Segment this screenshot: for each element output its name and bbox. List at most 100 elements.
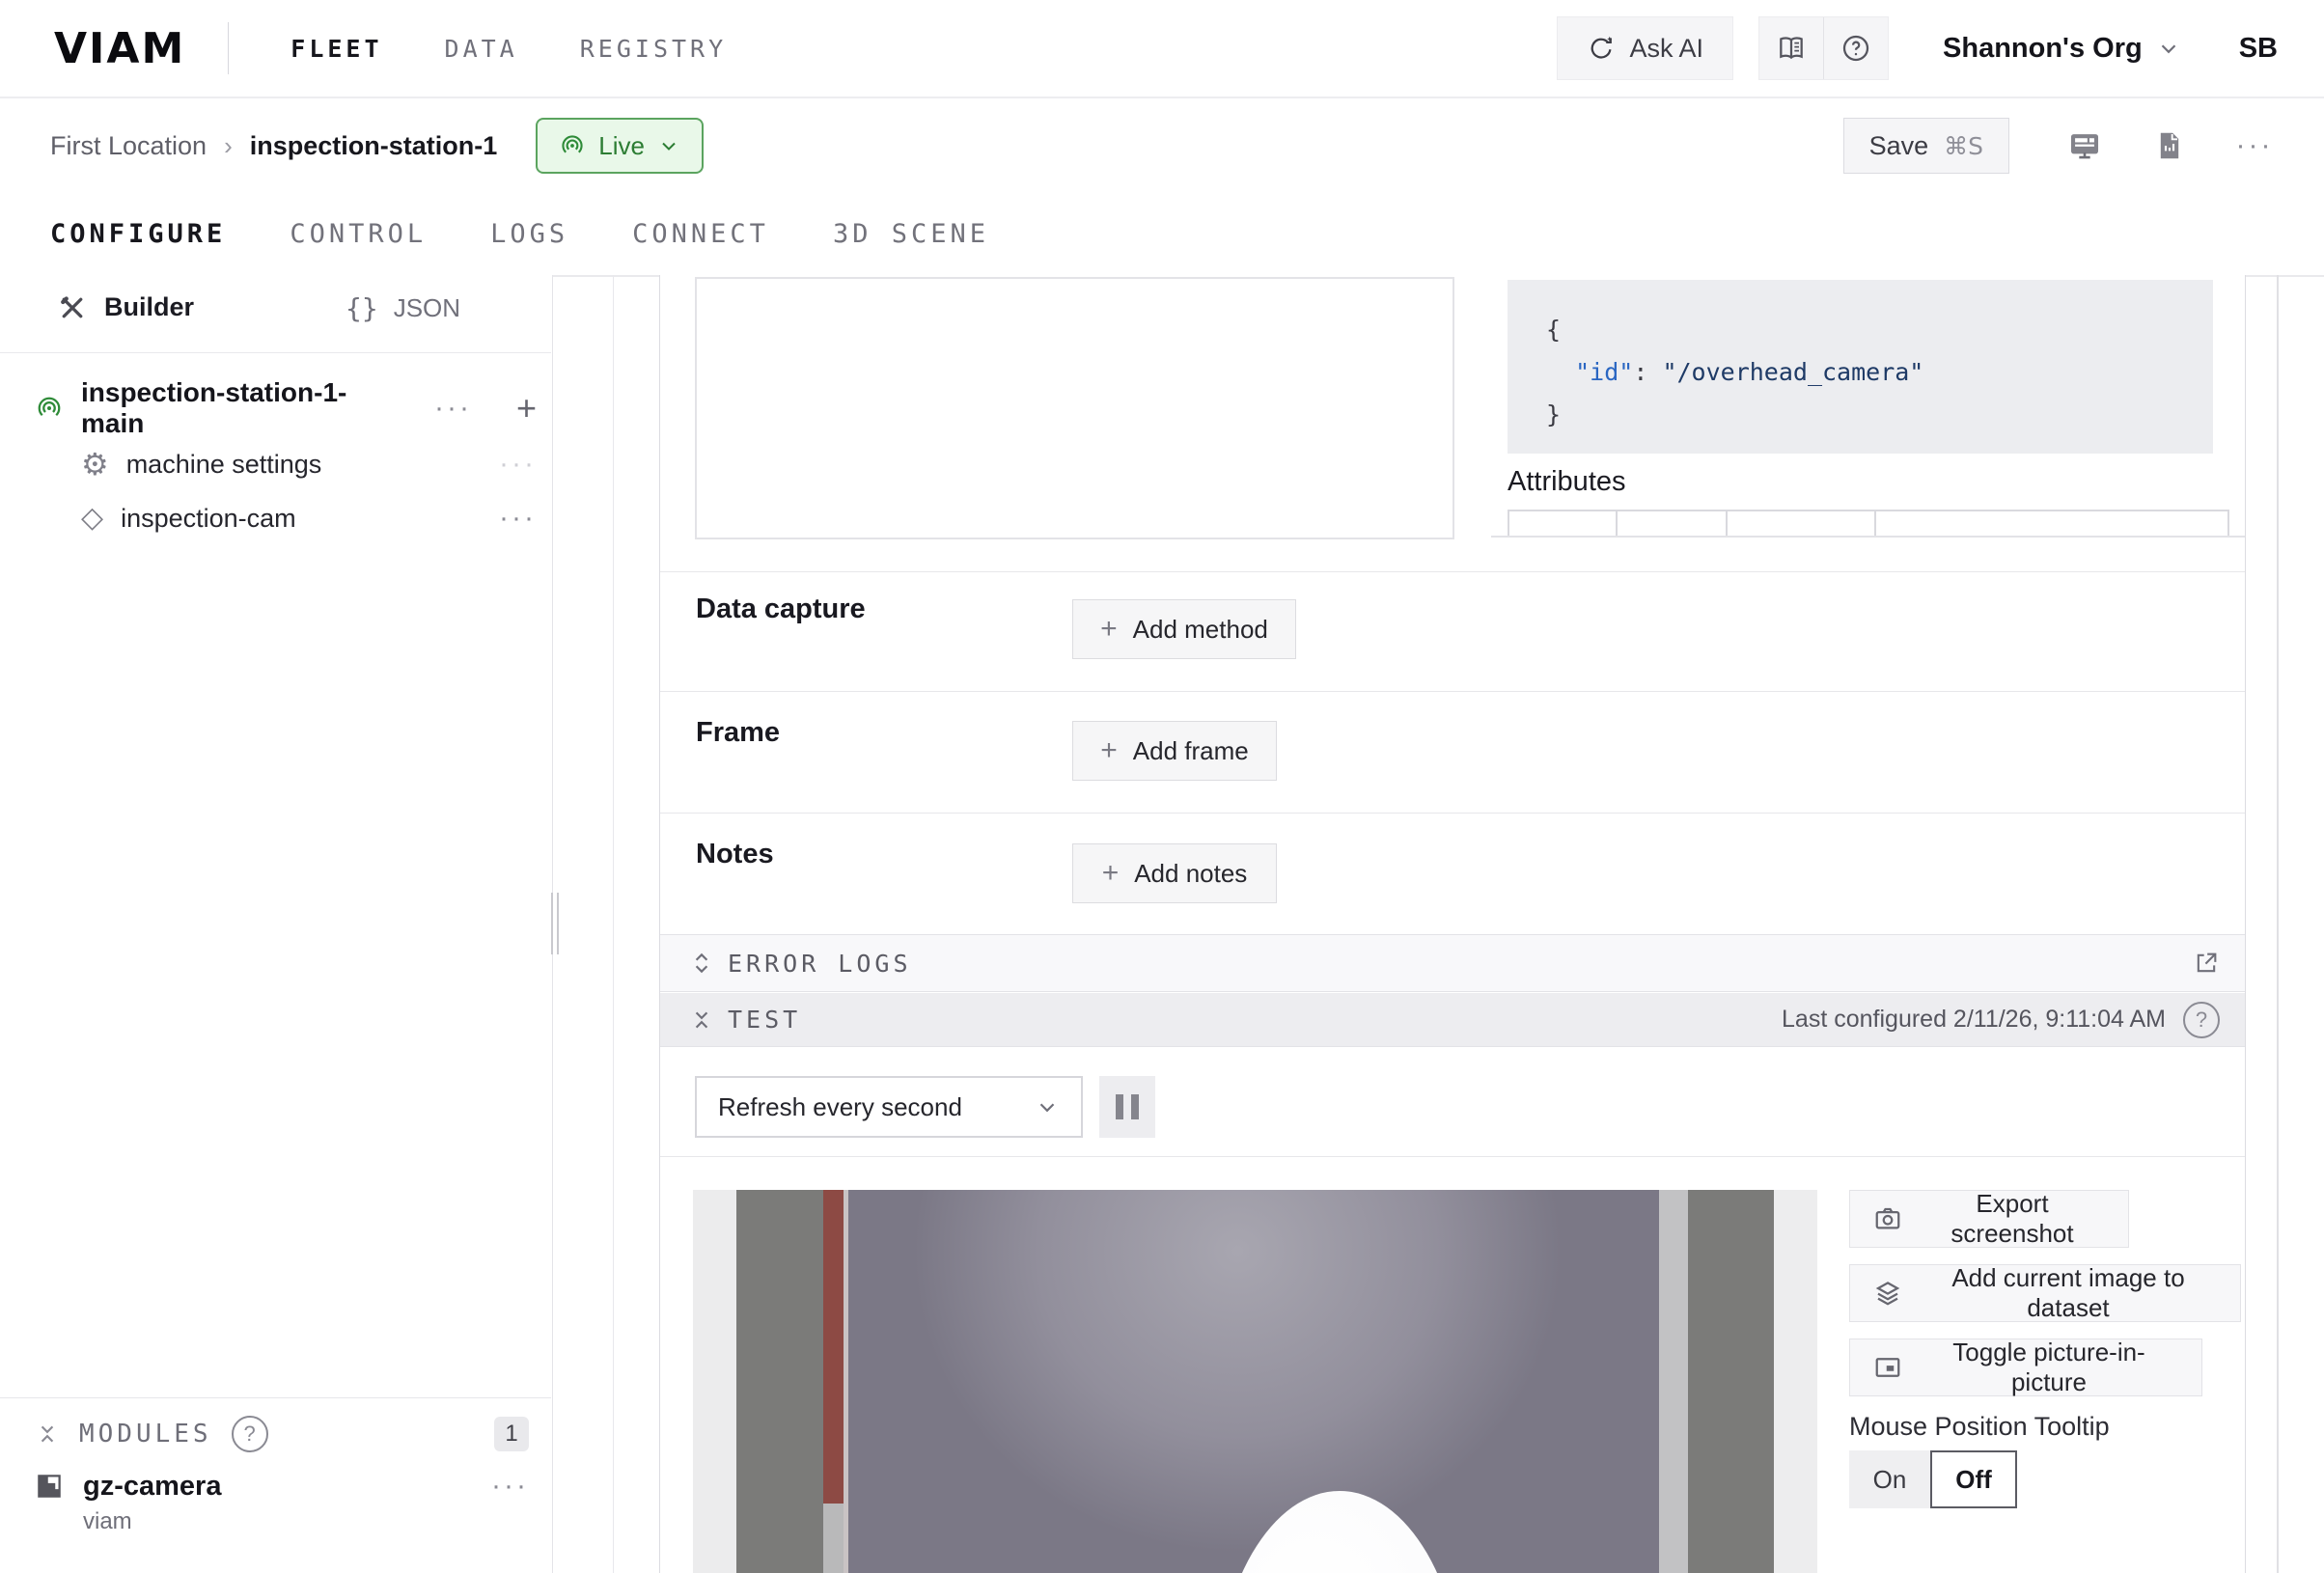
- toggle-pip-label: Toggle picture-in-picture: [1920, 1338, 2178, 1397]
- module-name: gz-camera: [83, 1471, 221, 1503]
- machine-page-button[interactable]: [2054, 118, 2116, 174]
- org-name: Shannon's Org: [1943, 33, 2143, 65]
- camera-floor-area: [848, 1190, 1659, 1573]
- config-sidebar: Builder {} JSON inspection-station-1-mai…: [0, 275, 553, 1573]
- top-navigation: VIAM FLEET DATA REGISTRY Ask AI: [0, 0, 2324, 98]
- file-chart-icon: [2154, 130, 2185, 161]
- content-divider-line: [613, 275, 614, 1573]
- attributes-heading: Attributes: [1508, 466, 1626, 498]
- live-status-dropdown[interactable]: Live: [536, 118, 704, 174]
- builder-mode-button[interactable]: Builder: [58, 292, 194, 322]
- gear-icon: ⚙: [81, 449, 109, 480]
- tree-item-machine-part[interactable]: inspection-station-1-main ··· +: [35, 383, 537, 433]
- pause-button[interactable]: [1099, 1076, 1155, 1138]
- camera-stream-image[interactable]: [693, 1190, 1817, 1573]
- export-screenshot-label: Export screenshot: [1920, 1189, 2105, 1249]
- ellipsis-icon[interactable]: ···: [491, 1470, 529, 1503]
- refresh-rate-select[interactable]: Refresh every second: [695, 1076, 1083, 1138]
- camera-icon: [1873, 1204, 1902, 1233]
- last-configured-text: Last configured 2/11/26, 9:11:04 AM: [1782, 1006, 2166, 1034]
- tools-icon: [58, 293, 87, 322]
- add-notes-label: Add notes: [1134, 859, 1247, 889]
- ellipsis-icon[interactable]: ···: [499, 502, 537, 535]
- camera-sphere-object: [1216, 1491, 1463, 1573]
- viam-logo[interactable]: VIAM: [54, 24, 185, 73]
- add-notes-button[interactable]: + Add notes: [1072, 843, 1277, 903]
- machine-header-row: First Location › inspection-station-1 Li…: [0, 98, 2324, 193]
- modules-title: MODULES: [79, 1420, 212, 1449]
- more-options-button[interactable]: ···: [2224, 118, 2285, 174]
- builder-json-toggle: Builder {} JSON: [0, 275, 551, 353]
- add-component-icon[interactable]: +: [516, 388, 537, 428]
- example-json-block: { "id": "/overhead_camera" }: [1508, 280, 2213, 454]
- mouse-tooltip-toggle: On Off: [1849, 1450, 2017, 1508]
- section-divider: [660, 571, 2245, 572]
- breadcrumb-separator: ›: [224, 131, 233, 161]
- tree-item-inspection-cam[interactable]: ◇ inspection-cam ···: [81, 495, 537, 541]
- save-button[interactable]: Save ⌘S: [1843, 118, 2009, 174]
- tab-control[interactable]: CONTROL: [290, 219, 427, 249]
- add-to-dataset-label: Add current image to dataset: [1920, 1263, 2217, 1323]
- save-label: Save: [1869, 131, 1929, 161]
- component-config-panel[interactable]: [695, 277, 1454, 539]
- tab-3d-scene[interactable]: 3D SCENE: [833, 219, 989, 249]
- nav-item-fleet[interactable]: FLEET: [290, 35, 382, 63]
- report-file-button[interactable]: [2139, 118, 2200, 174]
- add-method-label: Add method: [1133, 615, 1268, 645]
- tooltip-off-button[interactable]: Off: [1930, 1450, 2017, 1508]
- tab-connect[interactable]: CONNECT: [632, 219, 769, 249]
- ellipsis-icon[interactable]: ···: [434, 392, 472, 425]
- json-mode-button[interactable]: {} JSON: [346, 292, 460, 324]
- nav-item-registry[interactable]: REGISTRY: [580, 35, 727, 63]
- collapse-icon[interactable]: [35, 1421, 60, 1447]
- nav-item-data[interactable]: DATA: [445, 35, 518, 63]
- breadcrumb-location[interactable]: First Location: [50, 131, 207, 161]
- panel-bottom-border: [1491, 536, 2245, 538]
- mouse-tooltip-label: Mouse Position Tooltip: [1849, 1412, 2110, 1442]
- tree-item-machine-settings[interactable]: ⚙ machine settings ···: [81, 441, 537, 487]
- tree-item-label: inspection-station-1-main: [81, 377, 400, 439]
- breadcrumb-machine-name: inspection-station-1: [250, 131, 498, 161]
- live-status-label: Live: [598, 131, 645, 161]
- add-frame-button[interactable]: + Add frame: [1072, 721, 1277, 781]
- camera-wall-strip: [1659, 1190, 1688, 1573]
- module-list-item[interactable]: gz-camera ··· viam: [35, 1470, 529, 1535]
- section-divider: [660, 691, 2245, 692]
- layers-icon: [1873, 1279, 1902, 1308]
- monitor-icon: [2068, 129, 2101, 162]
- ellipsis-icon: ···: [2236, 129, 2274, 162]
- tab-logs[interactable]: LOGS: [490, 219, 568, 249]
- add-to-dataset-button[interactable]: Add current image to dataset: [1849, 1264, 2241, 1322]
- error-logs-bar[interactable]: ERROR LOGS: [660, 934, 2245, 992]
- help-icon[interactable]: ?: [2183, 1002, 2220, 1038]
- add-method-button[interactable]: + Add method: [1072, 599, 1296, 659]
- test-bar[interactable]: TEST Last configured 2/11/26, 9:11:04 AM…: [660, 993, 2245, 1047]
- book-icon: [1776, 33, 1807, 64]
- module-org: viam: [83, 1508, 529, 1535]
- toggle-pip-button[interactable]: Toggle picture-in-picture: [1849, 1338, 2202, 1396]
- docs-help-group: [1758, 16, 1889, 80]
- ellipsis-icon[interactable]: ···: [499, 448, 537, 481]
- error-logs-title: ERROR LOGS: [728, 950, 912, 978]
- documentation-button[interactable]: [1759, 17, 1823, 79]
- help-button[interactable]: [1823, 17, 1888, 79]
- export-screenshot-button[interactable]: Export screenshot: [1849, 1190, 2129, 1248]
- avatar[interactable]: SB: [2239, 33, 2278, 65]
- braces-icon: {}: [346, 292, 378, 324]
- save-shortcut: ⌘S: [1944, 132, 1983, 160]
- plus-icon: +: [1100, 734, 1118, 767]
- external-link-icon[interactable]: [2193, 950, 2220, 977]
- pause-icon: [1116, 1094, 1123, 1119]
- ask-ai-button[interactable]: Ask AI: [1557, 16, 1733, 80]
- attributes-table: [1508, 510, 2229, 538]
- viam-app: VIAM FLEET DATA REGISTRY Ask AI: [0, 0, 2324, 1573]
- chevron-down-icon: [657, 134, 680, 157]
- help-icon[interactable]: ?: [232, 1416, 268, 1452]
- org-switcher[interactable]: Shannon's Org: [1943, 33, 2181, 65]
- tooltip-on-button[interactable]: On: [1849, 1450, 1930, 1508]
- tab-configure[interactable]: CONFIGURE: [50, 219, 226, 249]
- scrollbar-track[interactable]: [2277, 275, 2279, 1573]
- sidebar-resize-handle[interactable]: [551, 893, 563, 954]
- ask-ai-icon: [1587, 34, 1616, 63]
- pause-icon: [1131, 1094, 1139, 1119]
